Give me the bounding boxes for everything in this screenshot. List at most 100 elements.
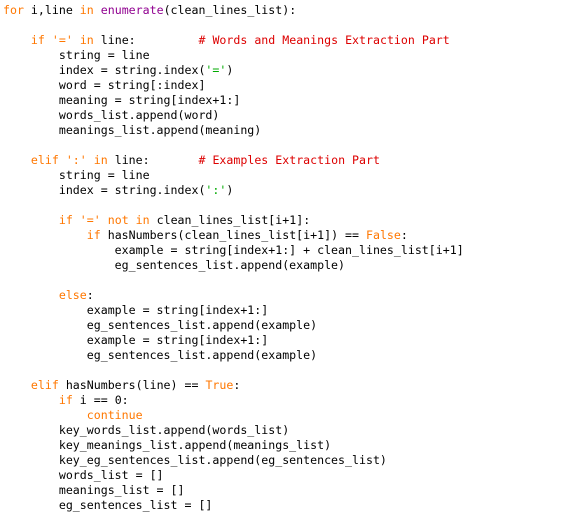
code-line: if hasNumbers(clean_lines_list[i+1]) == … — [3, 228, 464, 243]
code-line: key_meanings_list.append(meanings_list) — [3, 438, 464, 453]
code-token: hasNumbers(line) == — [58, 378, 206, 392]
code-token: i,line — [23, 3, 80, 17]
keyword-token: True — [205, 378, 234, 392]
code-line: eg_sentences_list = [] — [3, 498, 464, 513]
keyword-token: in — [79, 3, 94, 17]
code-token: words_list = [] — [3, 468, 164, 482]
keyword-token: elif — [30, 378, 59, 392]
code-token: key_eg_sentences_list.append(eg_sentence… — [3, 453, 387, 467]
code-line: example = string[index+1:] — [3, 303, 464, 318]
code-line: words_list = [] — [3, 468, 464, 483]
code-line: if '=' in line: # Words and Meanings Ext… — [3, 33, 464, 48]
code-line: else: — [3, 288, 464, 303]
code-line: elif ':' in line: # Examples Extraction … — [3, 153, 464, 168]
string-token: ':' — [205, 183, 227, 197]
code-token: : — [86, 288, 94, 302]
code-line: key_eg_sentences_list.append(eg_sentence… — [3, 453, 464, 468]
keyword-token: continue — [86, 408, 143, 422]
code-token: key_words_list.append(words_list) — [3, 423, 290, 437]
code-line: index = string.index(':') — [3, 183, 464, 198]
code-line: elif hasNumbers(line) == True: — [3, 378, 464, 393]
keyword-token: '=' — [51, 33, 73, 47]
code-token: meaning = string[index+1:] — [3, 93, 241, 107]
code-token: eg_sentences_list.append(example) — [3, 318, 318, 332]
code-token: words_list.append(word) — [3, 108, 220, 122]
string-token: '=' — [205, 63, 227, 77]
comment-token: # Examples Extraction Part — [198, 153, 380, 167]
code-editor[interactable]: for i,line in enumerate(clean_lines_list… — [3, 3, 464, 513]
code-token: hasNumbers(clean_lines_list[i+1]) == — [100, 228, 366, 242]
code-line: string = line — [3, 48, 464, 63]
keyword-token: in — [93, 153, 108, 167]
code-token: string = line — [3, 168, 150, 182]
comment-token: # Words and Meanings Extraction Part — [198, 33, 450, 47]
code-token: : — [400, 228, 408, 242]
code-token: (clean_lines_list): — [163, 3, 297, 17]
code-line: words_list.append(word) — [3, 108, 464, 123]
code-token: meanings_list = [] — [3, 483, 185, 497]
code-token: : — [233, 378, 241, 392]
code-token: example = string[index+1:] + clean_lines… — [3, 243, 464, 257]
code-line: eg_sentences_list.append(example) — [3, 318, 464, 333]
code-token: eg_sentences_list.append(example) — [3, 348, 318, 362]
keyword-token: not — [107, 213, 129, 227]
keyword-token: ':' — [65, 153, 87, 167]
keyword-token: False — [365, 228, 401, 242]
code-line: for i,line in enumerate(clean_lines_list… — [3, 3, 464, 18]
code-token: ) — [226, 63, 234, 77]
code-token: meanings_list.append(meaning) — [3, 123, 262, 137]
code-line: example = string[index+1:] — [3, 333, 464, 348]
code-token: key_meanings_list.append(meanings_list) — [3, 438, 332, 452]
code-line: meanings_list.append(meaning) — [3, 123, 464, 138]
code-line: eg_sentences_list.append(example) — [3, 348, 464, 363]
code-token: index = string.index( — [3, 63, 206, 77]
keyword-token: '=' — [79, 213, 101, 227]
code-line: key_words_list.append(words_list) — [3, 423, 464, 438]
keyword-token: if — [58, 213, 73, 227]
code-line: index = string.index('=') — [3, 63, 464, 78]
code-line: meanings_list = [] — [3, 483, 464, 498]
keyword-token: for — [3, 3, 24, 17]
code-token: example = string[index+1:] — [3, 303, 269, 317]
code-line: example = string[index+1:] + clean_lines… — [3, 243, 464, 258]
code-line: word = string[:index] — [3, 78, 464, 93]
code-token: ) — [226, 183, 234, 197]
code-token: index = string.index( — [3, 183, 206, 197]
code-line: eg_sentences_list.append(example) — [3, 258, 464, 273]
code-token: eg_sentences_list = [] — [3, 498, 213, 512]
code-token: word = string[:index] — [3, 78, 206, 92]
code-line: if '=' not in clean_lines_list[i+1]: — [3, 213, 464, 228]
code-token: clean_lines_list[i+1]: — [149, 213, 311, 227]
code-token: string = line — [3, 48, 150, 62]
code-line: string = line — [3, 168, 464, 183]
code-line: continue — [3, 408, 464, 423]
code-token: example = string[index+1:] — [3, 333, 269, 347]
keyword-token: elif — [30, 153, 59, 167]
code-line: if i == 0: — [3, 393, 464, 408]
code-line: meaning = string[index+1:] — [3, 93, 464, 108]
keyword-token: if — [86, 228, 101, 242]
keyword-token: if — [58, 393, 73, 407]
code-token: line: — [93, 33, 199, 47]
code-token: i == 0: — [72, 393, 129, 407]
